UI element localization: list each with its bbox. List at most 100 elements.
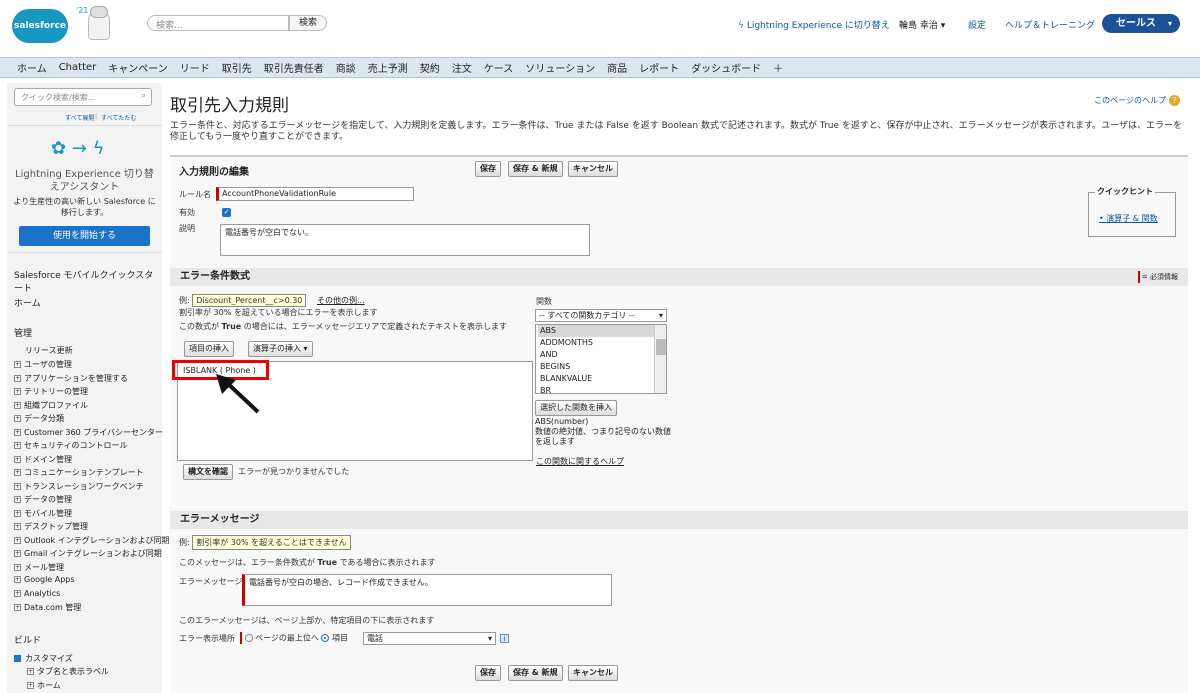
sidebar-admin-item[interactable]: + トランスレーションワークベンチ xyxy=(14,481,144,492)
tab-item[interactable]: レポート xyxy=(639,60,679,75)
sidebar-release-updates[interactable]: リリース更新 xyxy=(25,345,73,356)
save-button-bottom[interactable]: 保存 xyxy=(475,665,501,681)
tab-item[interactable]: リード xyxy=(180,60,210,75)
expand-icon[interactable]: + xyxy=(14,536,21,544)
page-help-link[interactable]: このページのヘルプ? xyxy=(1094,95,1180,106)
expand-all-link[interactable]: すべて展開 xyxy=(65,113,94,122)
sidebar-admin-item[interactable]: + Outlook インテグレーションおよび同期 xyxy=(14,535,170,546)
global-search-input[interactable]: 検索... xyxy=(147,15,289,31)
expand-icon[interactable]: + xyxy=(14,482,21,490)
sidebar-admin-item[interactable]: + セキュリティのコントロール xyxy=(14,440,128,451)
insert-function-button[interactable]: 選択した関数を挿入 xyxy=(535,400,617,416)
tab-item[interactable]: キャンペーン xyxy=(108,60,168,75)
more-examples-link[interactable]: その他の例... xyxy=(317,295,365,306)
expand-icon[interactable]: + xyxy=(14,523,21,530)
error-location-field-select[interactable]: 電話 ▾ xyxy=(363,632,496,645)
expand-icon[interactable]: + xyxy=(14,563,21,571)
function-category-select[interactable]: -- すべての関数カテゴリ -- ▾ xyxy=(535,309,667,322)
setup-link[interactable]: 設定 xyxy=(968,18,986,31)
function-option[interactable]: AND xyxy=(538,349,666,361)
function-list[interactable]: ABS ADDMONTHS AND BEGINS BLANKVALUE BR xyxy=(535,324,667,394)
tab-item[interactable]: ホーム xyxy=(17,60,47,75)
sidebar-admin-item[interactable]: + Gmail インテグレーションおよび同期 xyxy=(14,548,162,559)
sidebar-item-customize[interactable]: カスタマイズ xyxy=(14,653,73,664)
expand-icon[interactable]: + xyxy=(14,509,21,517)
sidebar-admin-item[interactable]: + テリトリーの管理 xyxy=(14,386,88,397)
expand-icon[interactable]: + xyxy=(14,401,21,409)
sidebar-admin-item[interactable]: + デスクトップ管理 xyxy=(14,521,88,532)
tab-item[interactable]: ケース xyxy=(484,60,514,75)
expand-icon[interactable]: + xyxy=(14,415,21,422)
sidebar-admin-item[interactable]: + Analytics xyxy=(14,589,60,598)
expand-icon[interactable]: + xyxy=(14,550,21,557)
expand-icon[interactable]: + xyxy=(14,361,21,368)
cancel-button[interactable]: キャンセル xyxy=(568,161,618,177)
operators-functions-link[interactable]: • 演算子 & 関数 xyxy=(1099,213,1158,224)
tab-item[interactable]: 注文 xyxy=(452,60,472,75)
sidebar-mobile-quickstart[interactable]: Salesforce モバイルクイックスタート xyxy=(14,268,162,294)
salesforce-logo[interactable]: salesforce xyxy=(12,9,68,43)
get-started-button[interactable]: 使用を開始する xyxy=(19,226,150,246)
save-button[interactable]: 保存 xyxy=(475,161,501,177)
rule-name-input[interactable]: AccountPhoneValidationRule xyxy=(216,187,414,201)
function-option[interactable]: BLANKVALUE xyxy=(538,373,666,385)
sidebar-admin-item[interactable]: + コミュニケーションテンプレート xyxy=(14,467,144,478)
tab-item[interactable]: 取引先責任者 xyxy=(264,60,324,75)
sidebar-admin-item[interactable]: + 組織プロファイル xyxy=(14,400,88,411)
sidebar-customize-item[interactable]: + タブ名と表示ラベル xyxy=(27,666,109,677)
error-message-textarea[interactable]: 電話番号が空白の場合、レコード作成できません。 xyxy=(242,574,612,606)
function-option[interactable]: ABS xyxy=(538,325,666,337)
check-syntax-button[interactable]: 構文を確認 xyxy=(183,464,233,480)
sidebar-admin-item[interactable]: + モバイル管理 xyxy=(14,508,72,519)
expand-icon[interactable]: + xyxy=(27,681,34,689)
sidebar-admin-item[interactable]: + データの管理 xyxy=(14,494,72,505)
sidebar-admin-item[interactable]: + ユーザの管理 xyxy=(14,359,72,370)
insert-operator-button[interactable]: 演算子の挿入 ▾ xyxy=(248,341,313,357)
quick-search-input[interactable]: クイック検索/検索... ⌕ xyxy=(14,88,152,106)
expand-icon[interactable]: + xyxy=(14,576,21,583)
description-textarea[interactable]: 電話番号が空白でない。 xyxy=(220,224,590,256)
expand-icon[interactable]: + xyxy=(14,469,21,476)
search-button[interactable]: 検索 xyxy=(289,15,327,31)
tab-item[interactable]: Chatter xyxy=(59,62,97,73)
function-list-scrollbar[interactable] xyxy=(654,325,666,393)
sidebar-customize-item[interactable]: + ホーム xyxy=(27,680,61,691)
tab-item[interactable]: 商品 xyxy=(607,60,627,75)
tab-item[interactable]: ＋ xyxy=(773,60,783,75)
save-new-button[interactable]: 保存 & 新規 xyxy=(508,161,563,177)
radio-field[interactable] xyxy=(321,634,330,642)
expand-icon[interactable]: + xyxy=(27,668,34,675)
tab-item[interactable]: 契約 xyxy=(420,60,440,75)
sidebar-home[interactable]: ホーム xyxy=(14,296,41,309)
function-option[interactable]: ADDMONTHS xyxy=(538,337,666,349)
user-menu[interactable]: 輪島 幸治 ▾ xyxy=(899,18,945,31)
collapse-icon[interactable] xyxy=(14,655,21,662)
expand-icon[interactable]: + xyxy=(14,428,21,436)
tab-item[interactable]: 売上予測 xyxy=(368,60,408,75)
expand-icon[interactable]: + xyxy=(14,388,21,395)
sidebar-admin-item[interactable]: + アプリケーションを管理する xyxy=(14,373,128,384)
function-option[interactable]: BR xyxy=(538,385,666,393)
search-icon[interactable]: ⌕ xyxy=(141,91,146,101)
help-training-link[interactable]: ヘルプ＆トレーニング xyxy=(1005,18,1095,31)
tab-item[interactable]: 取引先 xyxy=(222,60,252,75)
radio-page-top[interactable] xyxy=(244,634,253,642)
tab-item[interactable]: ソリューション xyxy=(525,60,595,75)
expand-icon[interactable]: + xyxy=(14,496,21,503)
active-checkbox[interactable]: ✓ xyxy=(222,208,231,217)
app-menu-button[interactable]: セールス ▾ xyxy=(1102,14,1180,33)
expand-icon[interactable]: + xyxy=(14,374,21,382)
tab-item[interactable]: ダッシュボード xyxy=(691,60,761,75)
expand-icon[interactable]: + xyxy=(14,589,21,597)
collapse-all-link[interactable]: すべてたたむ xyxy=(101,113,136,122)
expand-icon[interactable]: + xyxy=(14,604,21,611)
tab-item[interactable]: 商談 xyxy=(336,60,356,75)
cancel-button-bottom[interactable]: キャンセル xyxy=(568,665,618,681)
expand-icon[interactable]: + xyxy=(14,455,21,463)
insert-field-button[interactable]: 項目の挿入 xyxy=(184,341,234,357)
sidebar-admin-item[interactable]: + Customer 360 プライバシーセンター xyxy=(14,427,163,438)
info-icon[interactable]: i xyxy=(500,634,509,643)
function-option[interactable]: BEGINS xyxy=(538,361,666,373)
sidebar-admin-item[interactable]: + メール管理 xyxy=(14,562,64,573)
save-new-button-bottom[interactable]: 保存 & 新規 xyxy=(508,665,563,681)
